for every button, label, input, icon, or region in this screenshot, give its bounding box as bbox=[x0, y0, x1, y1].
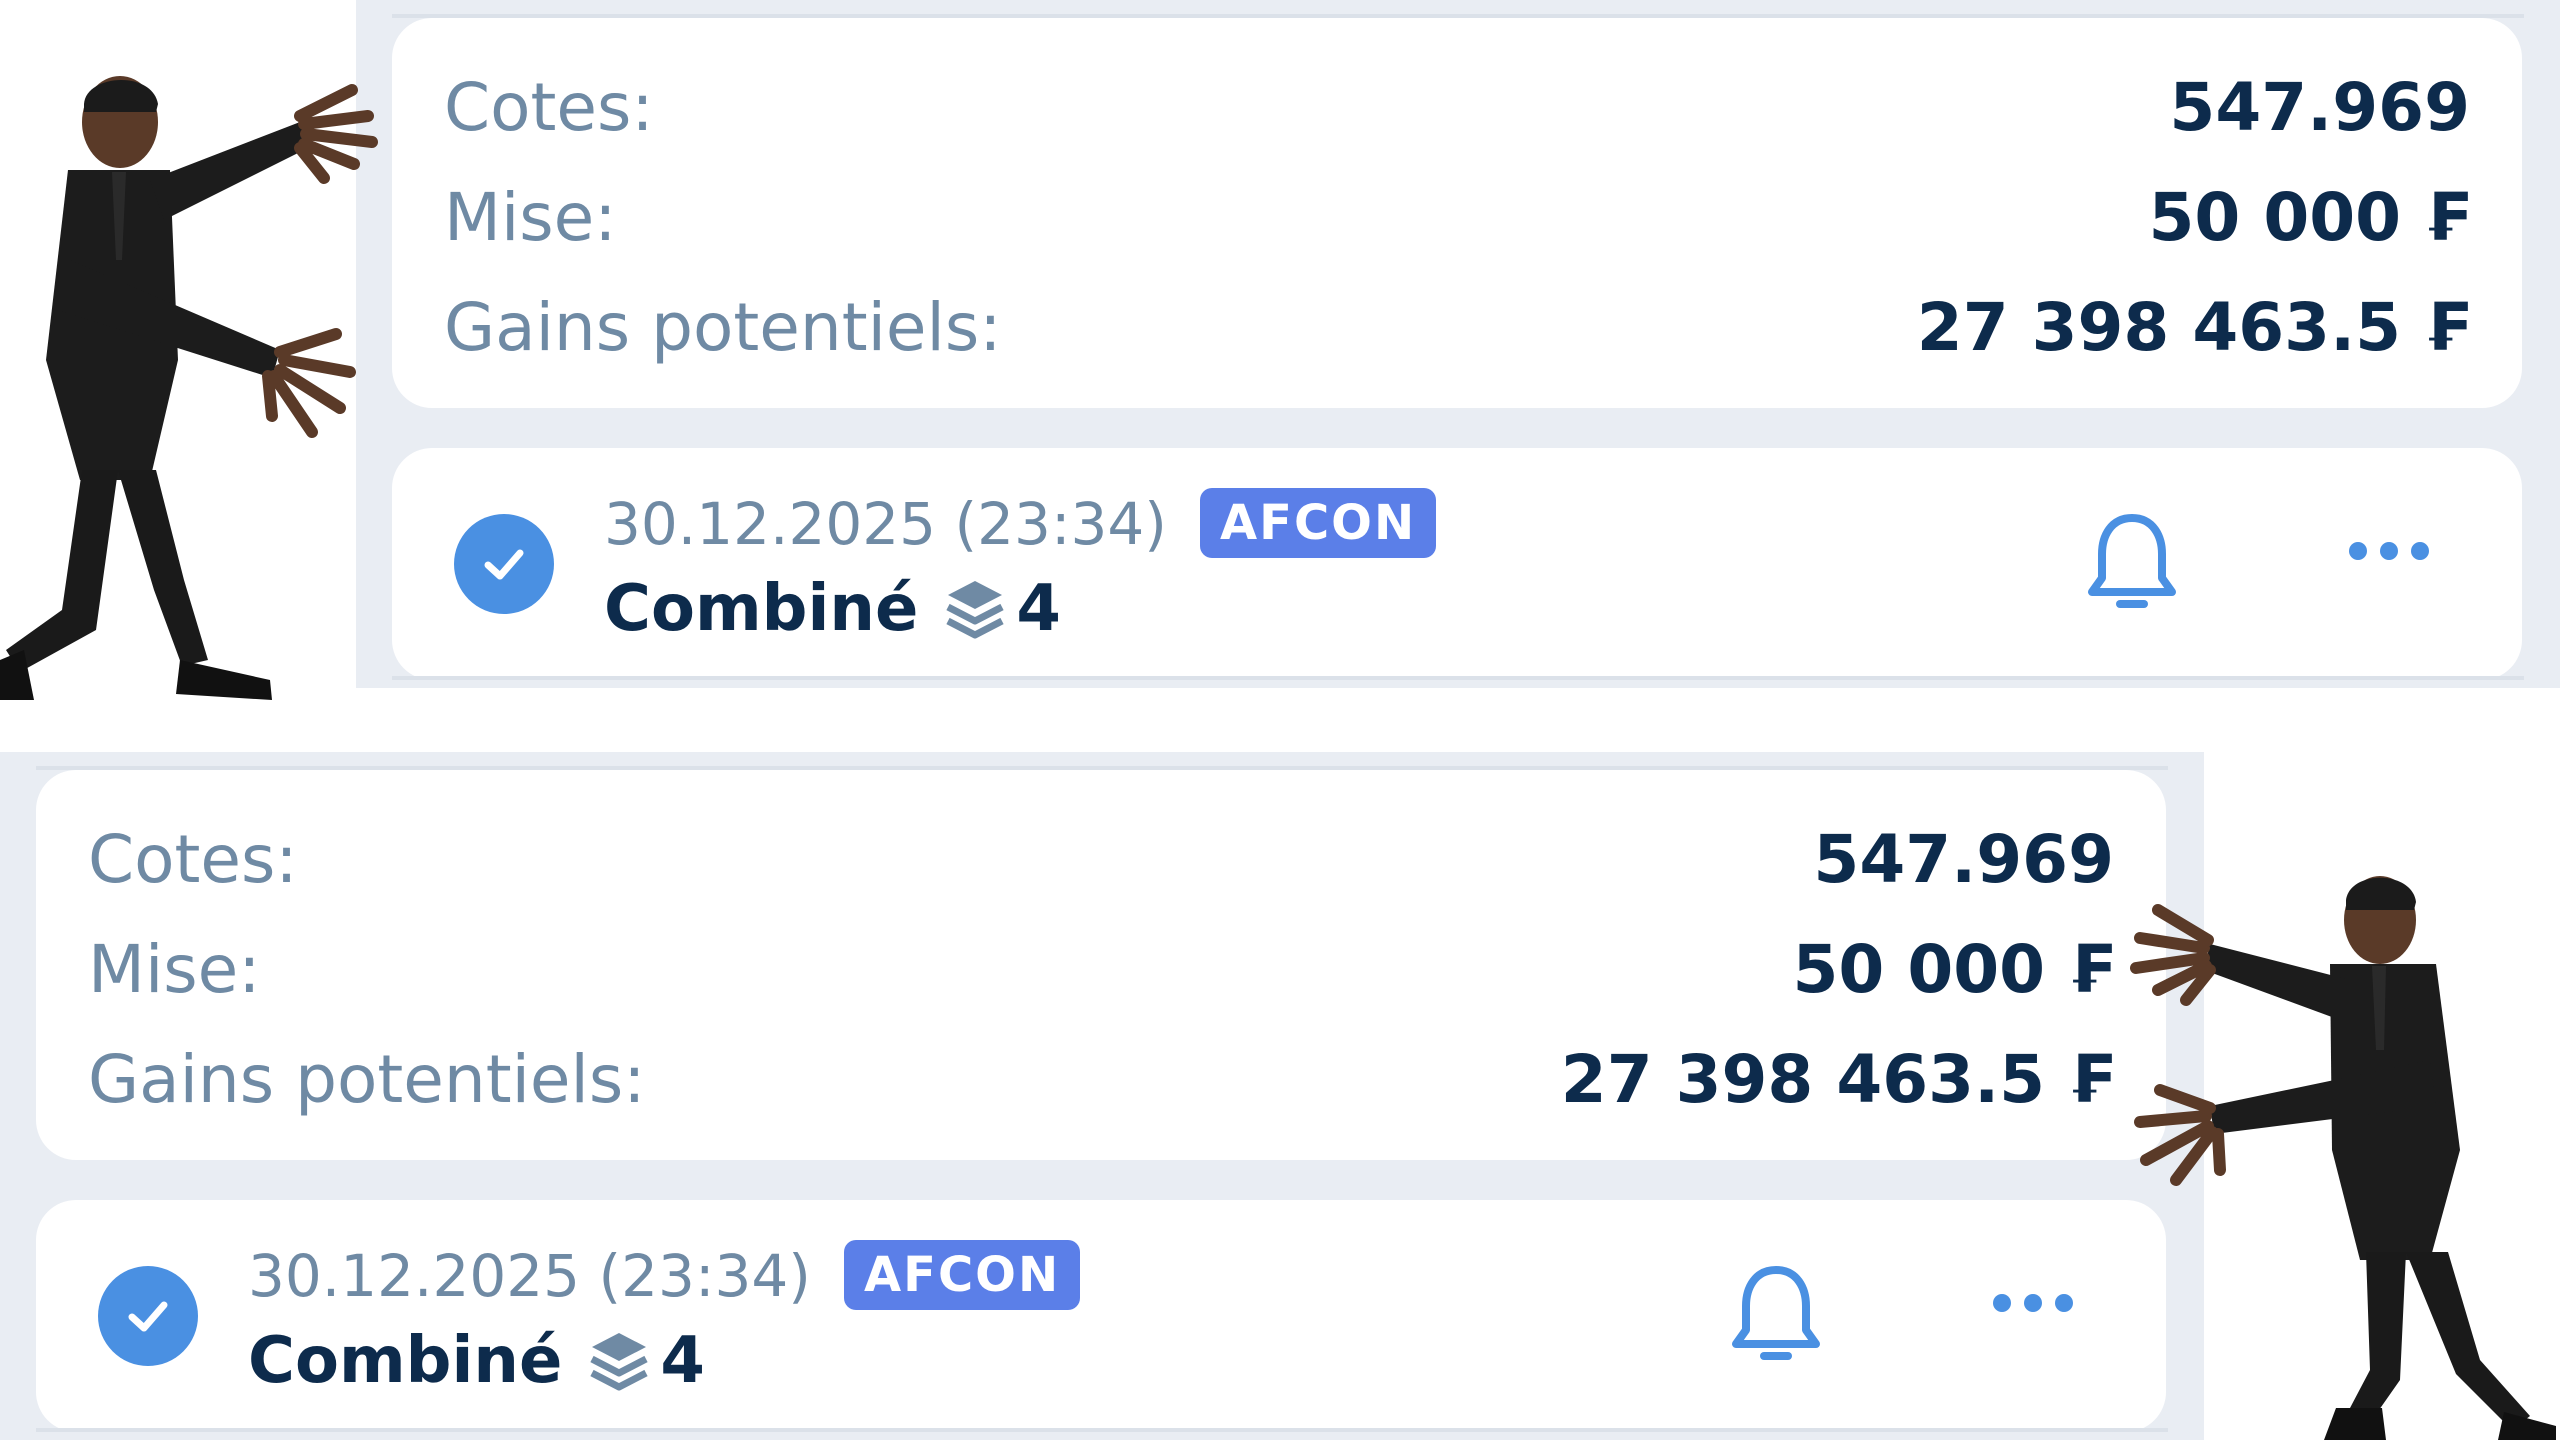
stake-label: Mise: bbox=[88, 930, 261, 1008]
bet-type: Combiné 4 bbox=[248, 1324, 705, 1398]
odds-row: Cotes: 547.969 bbox=[444, 62, 2470, 152]
selection-count: 4 bbox=[1016, 572, 1061, 646]
stake-value: 50 000 ₣ bbox=[1792, 930, 2115, 1008]
layers-icon bbox=[944, 577, 1006, 641]
bet-type-label: Combiné bbox=[248, 1324, 563, 1398]
person-figure-left bbox=[0, 76, 378, 700]
winnings-value: 27 398 463.5 ₣ bbox=[1916, 288, 2470, 366]
winnings-label: Gains potentiels: bbox=[88, 1040, 646, 1118]
odds-label: Cotes: bbox=[88, 820, 298, 898]
winnings-row: Gains potentiels: 27 398 463.5 ₣ bbox=[444, 282, 2470, 372]
winnings-row: Gains potentiels: 27 398 463.5 ₣ bbox=[88, 1034, 2114, 1124]
odds-label: Cotes: bbox=[444, 68, 654, 146]
bet-card[interactable]: 30.12.2025 (23:34) AFCON Combiné 4 bbox=[392, 448, 2522, 680]
more-icon[interactable] bbox=[1988, 1288, 2078, 1322]
stake-row: Mise: 50 000 ₣ bbox=[444, 172, 2470, 262]
winnings-value: 27 398 463.5 ₣ bbox=[1560, 1040, 2114, 1118]
divider bbox=[392, 676, 2524, 680]
stake-value: 50 000 ₣ bbox=[2148, 178, 2471, 256]
layers-icon bbox=[588, 1329, 650, 1393]
odds-value: 547.969 bbox=[1813, 820, 2114, 898]
bell-icon[interactable] bbox=[2082, 508, 2182, 622]
check-circle-icon[interactable] bbox=[454, 514, 554, 614]
check-circle-icon[interactable] bbox=[98, 1266, 198, 1366]
bet-type-label: Combiné bbox=[604, 572, 919, 646]
bet-date: 30.12.2025 (23:34) bbox=[248, 1242, 811, 1310]
bet-type: Combiné 4 bbox=[604, 572, 1061, 646]
bet-date: 30.12.2025 (23:34) bbox=[604, 490, 1167, 558]
competition-badge: AFCON bbox=[1200, 488, 1437, 558]
bet-panel-bottom: Cotes: 547.969 Mise: 50 000 ₣ Gains pote… bbox=[0, 752, 2204, 1440]
bet-summary-card: Cotes: 547.969 Mise: 50 000 ₣ Gains pote… bbox=[392, 18, 2522, 408]
selection-count: 4 bbox=[660, 1324, 705, 1398]
bell-icon[interactable] bbox=[1726, 1260, 1826, 1374]
person-figure-right bbox=[2130, 876, 2556, 1440]
competition-badge: AFCON bbox=[844, 1240, 1081, 1310]
winnings-label: Gains potentiels: bbox=[444, 288, 1002, 366]
bet-card[interactable]: 30.12.2025 (23:34) AFCON Combiné 4 bbox=[36, 1200, 2166, 1432]
stake-row: Mise: 50 000 ₣ bbox=[88, 924, 2114, 1014]
odds-row: Cotes: 547.969 bbox=[88, 814, 2114, 904]
stake-label: Mise: bbox=[444, 178, 617, 256]
bet-summary-card: Cotes: 547.969 Mise: 50 000 ₣ Gains pote… bbox=[36, 770, 2166, 1160]
bet-panel-top: Cotes: 547.969 Mise: 50 000 ₣ Gains pote… bbox=[356, 0, 2560, 688]
divider bbox=[36, 1428, 2168, 1432]
odds-value: 547.969 bbox=[2169, 68, 2470, 146]
more-icon[interactable] bbox=[2344, 536, 2434, 570]
